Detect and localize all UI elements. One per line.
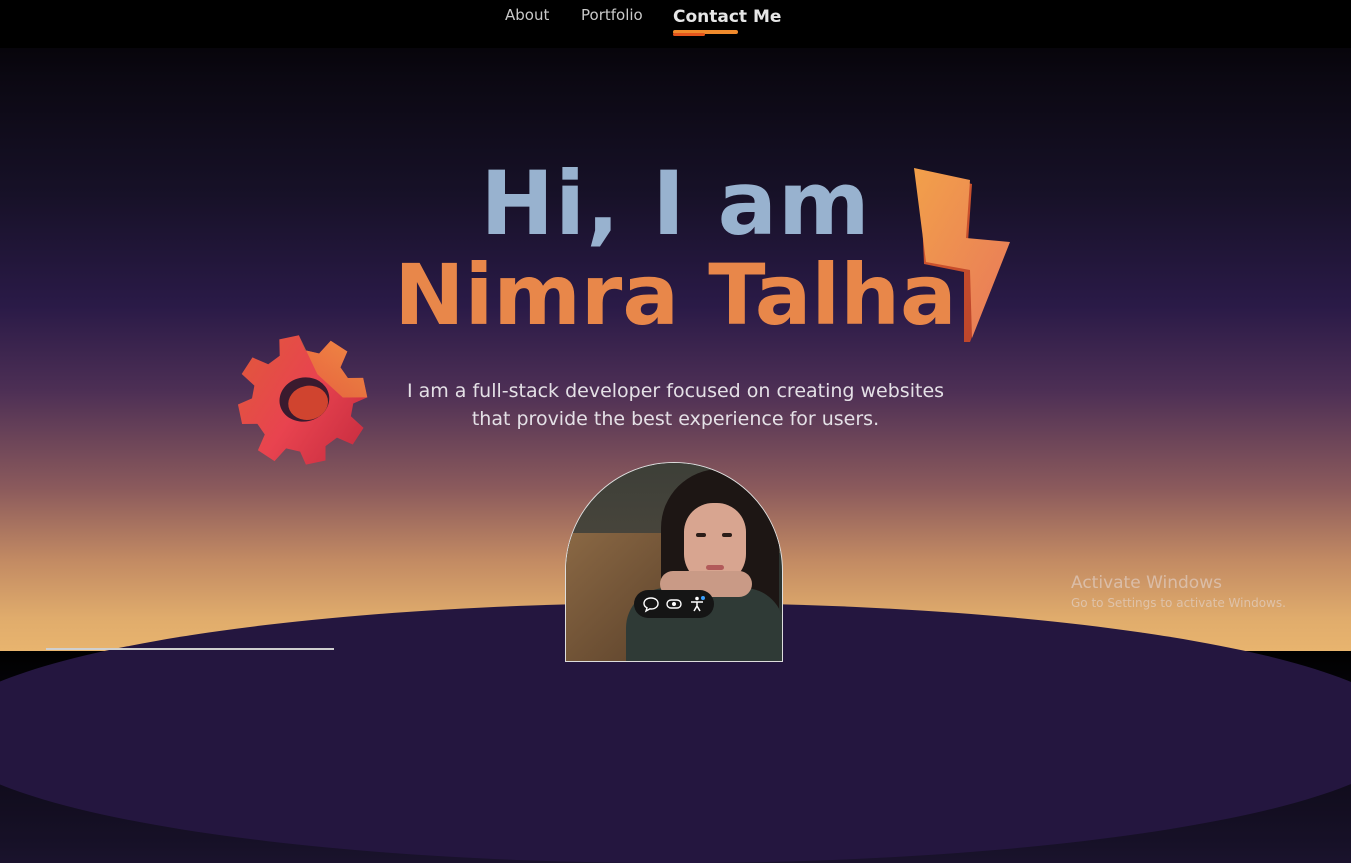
nav-link-about[interactable]: About [505,6,549,24]
top-navigation: About Portfolio Contact Me [0,0,1351,48]
active-nav-underline-accent [673,33,705,36]
hero-intro: I am a full-stack developer focused on c… [0,377,1351,433]
profile-photo [565,462,783,662]
lightning-bolt-icon [914,168,1010,342]
eye-icon[interactable] [665,595,683,613]
hero-greeting: Hi, I am [480,152,871,255]
hero-intro-line-2: that provide the best experience for use… [471,408,880,430]
hero-intro-line-1: I am a full-stack developer focused on c… [406,380,945,402]
watermark-subtitle: Go to Settings to activate Windows. [1071,596,1286,610]
gear-icon [237,335,368,465]
nav-link-portfolio[interactable]: Portfolio [581,6,643,24]
chat-bubble-icon[interactable] [642,595,660,613]
accessibility-icon[interactable] [688,595,706,613]
floating-toolbar [634,590,714,618]
hero-name: Nimra Talha [394,246,957,344]
windows-activation-watermark: Activate Windows Go to Settings to activ… [1071,573,1286,610]
nav-link-contact-me[interactable]: Contact Me [673,7,781,27]
watermark-title: Activate Windows [1071,573,1222,593]
bottom-divider [46,648,334,650]
